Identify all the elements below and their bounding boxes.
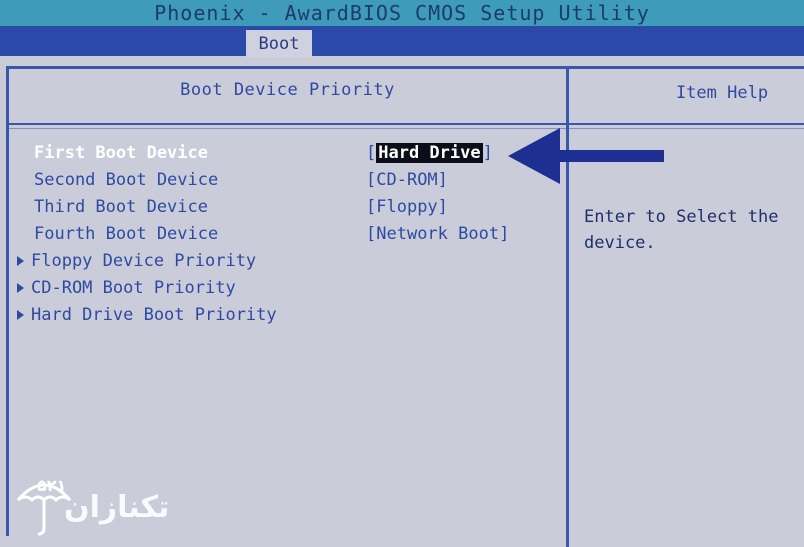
fourth-boot-device-value[interactable]: [Network Boot] [366, 224, 509, 244]
second-boot-device-value[interactable]: [CD-ROM] [366, 170, 448, 190]
item-help-text: Enter to Select the device. [584, 207, 779, 253]
frame-divider-left-thin [9, 128, 566, 129]
submenu-label: CD-ROM Boot Priority [31, 278, 236, 298]
fourth-boot-device-value-text: Network Boot [376, 224, 500, 244]
fourth-boot-device-label[interactable]: Fourth Boot Device [34, 224, 218, 244]
second-boot-device-label[interactable]: Second Boot Device [34, 170, 218, 190]
window-title: Phoenix - AwardBIOS CMOS Setup Utility [154, 1, 650, 25]
frame-border-left [6, 66, 9, 536]
submenu-arrow-icon [17, 310, 24, 320]
watermark-number: ۵۲۱ [37, 476, 67, 495]
third-boot-device-value[interactable]: [Floppy] [366, 197, 448, 217]
pointer-arrow-icon [508, 128, 664, 184]
third-boot-device-label[interactable]: Third Boot Device [34, 197, 208, 217]
submenu-cdrom-boot-priority[interactable]: CD-ROM Boot Priority [17, 278, 236, 298]
submenu-floppy-device-priority[interactable]: Floppy Device Priority [17, 251, 256, 271]
frame-divider-horizontal [6, 123, 804, 125]
selected-value-highlight[interactable]: Hard Drive [376, 143, 483, 163]
main-panel [6, 60, 804, 547]
item-help-header: Item Help [675, 83, 769, 103]
menu-bar [0, 26, 804, 56]
first-boot-device-value[interactable]: [Hard Drive] [366, 143, 493, 163]
second-boot-device-value-text: CD-ROM [376, 170, 438, 190]
submenu-arrow-icon [17, 256, 24, 266]
first-boot-device-label[interactable]: First Boot Device [34, 143, 208, 163]
boot-priority-header: Boot Device Priority [180, 80, 395, 100]
third-boot-device-value-text: Floppy [376, 197, 438, 217]
submenu-arrow-icon [17, 283, 24, 293]
submenu-label: Floppy Device Priority [31, 251, 257, 271]
title-bar: Phoenix - AwardBIOS CMOS Setup Utility [0, 0, 804, 26]
submenu-hard-drive-boot-priority[interactable]: Hard Drive Boot Priority [17, 305, 277, 325]
tab-boot[interactable]: Boot [246, 30, 312, 58]
watermark-text: تکنازان [64, 490, 170, 525]
submenu-label: Hard Drive Boot Priority [31, 305, 277, 325]
frame-border-top [6, 66, 804, 69]
